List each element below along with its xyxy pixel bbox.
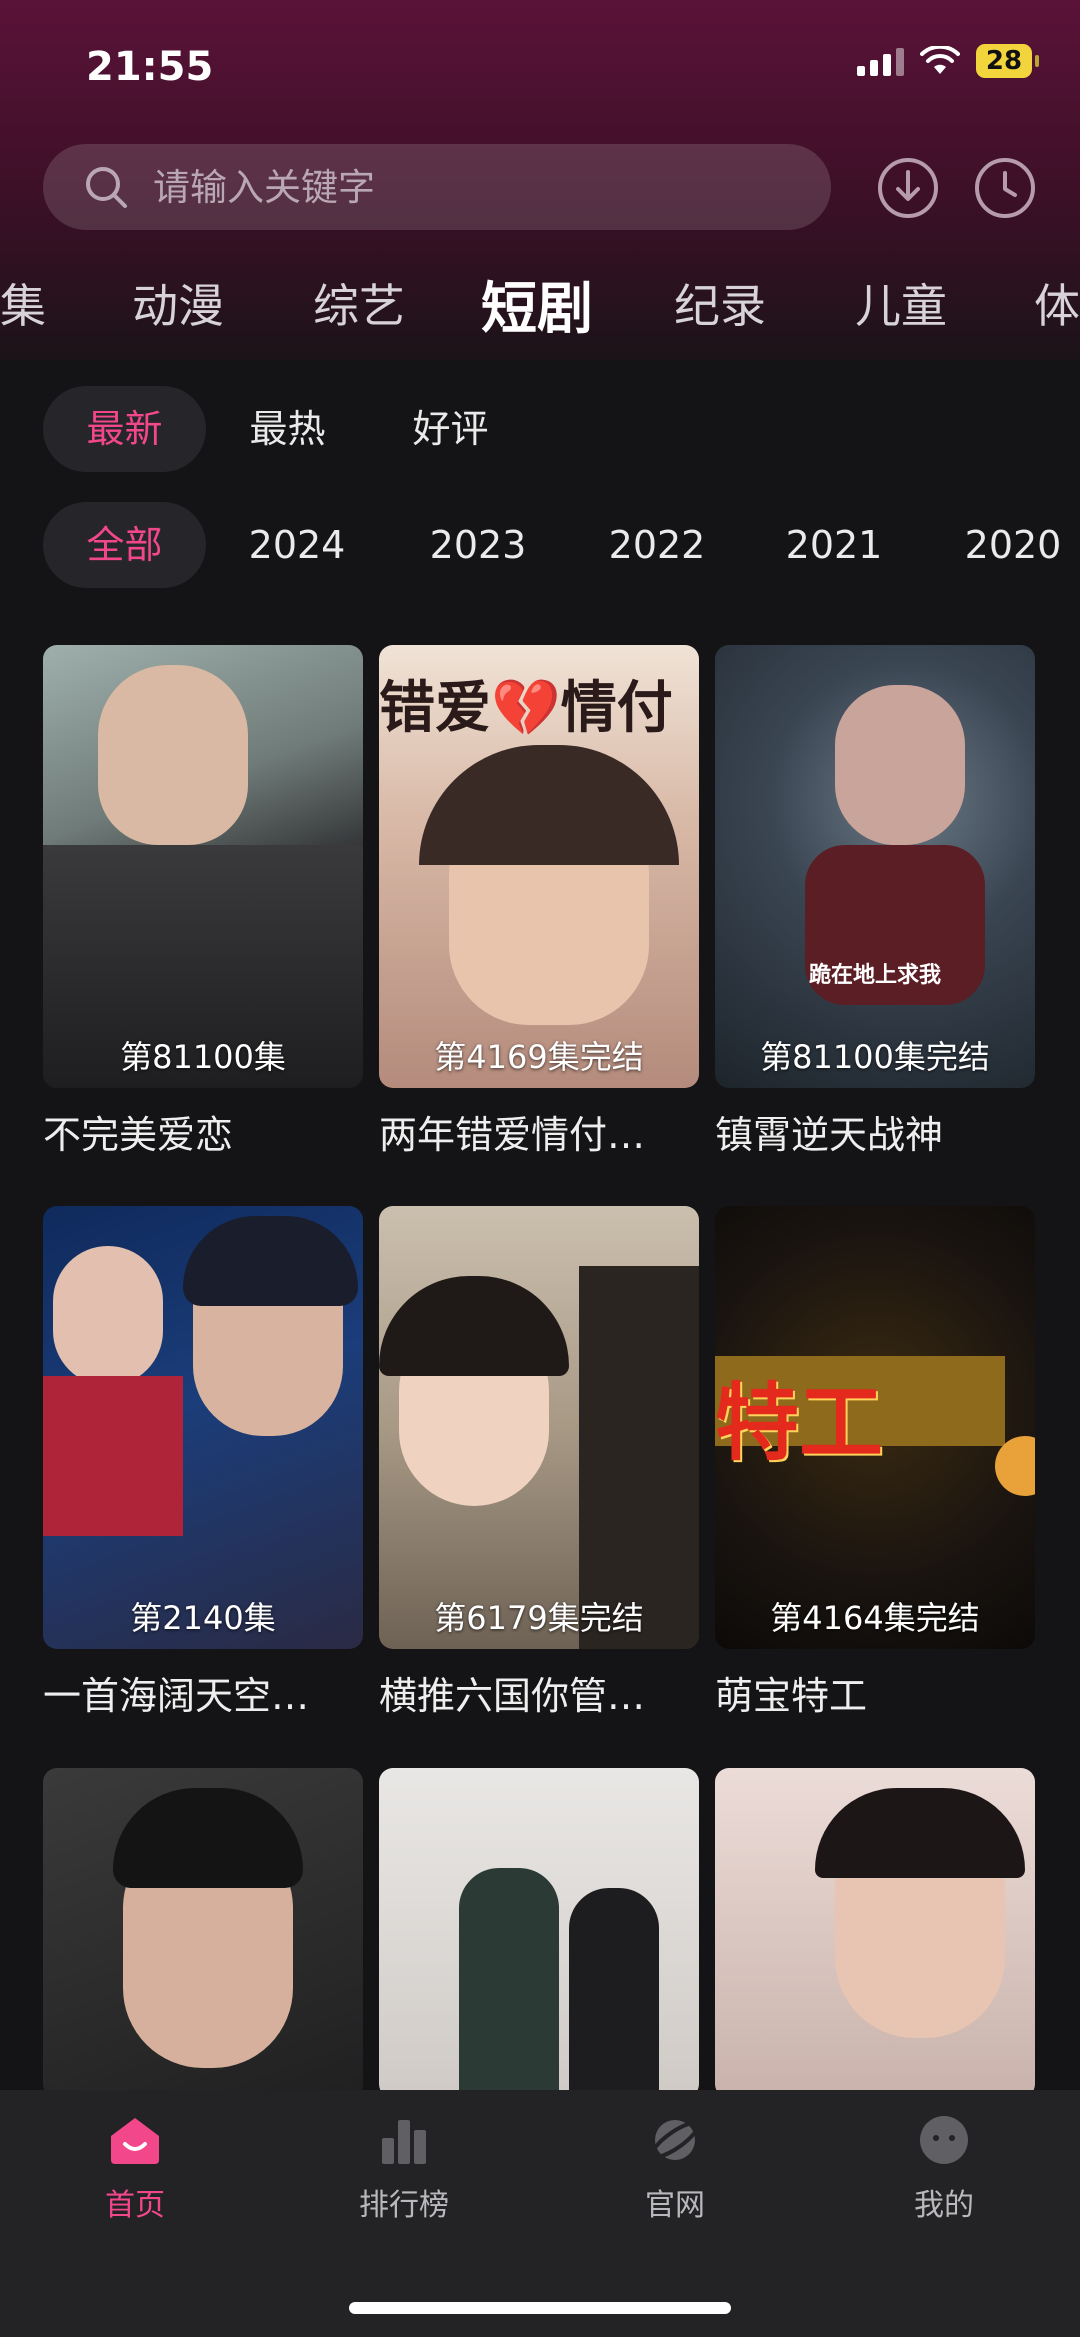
poster-figure-female <box>569 1888 659 2098</box>
poster-subtitle: 跪在地上求我 <box>808 963 941 988</box>
search-bar[interactable] <box>43 144 831 230</box>
poster-figure <box>835 685 965 845</box>
year-2020[interactable]: 2020 <box>933 502 1080 588</box>
home-indicator <box>349 2302 731 2314</box>
home-icon <box>111 2118 159 2164</box>
poster-figure-male <box>459 1868 559 2098</box>
episode-count: 第4169集完结 <box>434 1038 644 1076</box>
tab-category-1[interactable]: 动漫 <box>132 270 224 336</box>
poster-figure-2 <box>579 1266 699 1649</box>
download-icon[interactable] <box>876 156 940 220</box>
episode-count: 第81100集 <box>120 1038 286 1076</box>
poster-figure-hair <box>815 1788 1025 1878</box>
drama-title: 一首海阔天空… <box>43 1674 310 1718</box>
drama-poster <box>379 1768 699 2098</box>
tab-label: 我的 <box>914 2188 974 2223</box>
drama-poster: 跪在地上求我 第81100集完结 <box>715 645 1035 1088</box>
poster-figure <box>98 665 248 845</box>
tab-category-0[interactable]: 集 <box>0 270 46 336</box>
status-icons: 28 <box>857 44 1039 78</box>
bottom-tab-bar: 首页 排行榜 官网 我的 <box>0 2090 1080 2337</box>
tab-category-3-active[interactable]: 短剧 <box>481 264 593 345</box>
drama-poster <box>43 1768 363 2098</box>
poster-figure-hair <box>379 1276 569 1376</box>
status-time: 21:55 <box>86 44 214 90</box>
poster-hair <box>419 745 679 865</box>
episode-count: 第2140集 <box>130 1599 276 1637</box>
tab-profile[interactable]: 我的 <box>844 2114 1044 2224</box>
poster-title-art: 错爱💔情付 <box>379 676 673 741</box>
search-input[interactable] <box>151 164 755 210</box>
episode-count: 第4164集完结 <box>770 1599 980 1637</box>
drama-title: 不完美爱恋 <box>43 1113 234 1157</box>
category-tabs: 集 动漫 综艺 短剧 纪录 儿童 体 <box>0 270 1080 350</box>
tab-home[interactable]: 首页 <box>35 2114 235 2224</box>
battery-indicator: 28 <box>976 44 1039 78</box>
search-icon <box>86 167 127 208</box>
drama-poster: 特工 第4164集完结 <box>715 1206 1035 1649</box>
drama-card[interactable] <box>715 1768 1035 2098</box>
drama-card[interactable]: 特工 第4164集完结 萌宝特工 <box>715 1206 1035 1720</box>
planet-icon <box>650 2120 700 2160</box>
drama-card[interactable]: 第2140集 一首海阔天空… <box>43 1206 363 1720</box>
drama-card[interactable]: 第6179集完结 横推六国你管… <box>379 1206 699 1720</box>
drama-poster: 第6179集完结 <box>379 1206 699 1649</box>
drama-card[interactable] <box>43 1768 363 2098</box>
tab-ranking[interactable]: 排行榜 <box>304 2114 504 2224</box>
drama-card[interactable]: 跪在地上求我 第81100集完结 镇霄逆天战神 <box>715 645 1035 1159</box>
poster-figure-male-hair <box>183 1216 358 1306</box>
episode-count: 第81100集完结 <box>760 1038 990 1076</box>
drama-poster: 第81100集 <box>43 645 363 1088</box>
tab-label: 首页 <box>105 2188 165 2223</box>
tab-website[interactable]: 官网 <box>575 2114 775 2224</box>
history-clock-icon[interactable] <box>973 156 1037 220</box>
drama-card[interactable]: 第81100集 不完美爱恋 <box>43 645 363 1159</box>
drama-poster: 错爱💔情付 第4169集完结 <box>379 645 699 1088</box>
year-2023[interactable]: 2023 <box>398 502 558 588</box>
poster-figure-hair <box>113 1788 303 1888</box>
tab-category-6[interactable]: 体 <box>1034 270 1080 336</box>
tab-category-4[interactable]: 纪录 <box>674 270 766 336</box>
drama-card[interactable]: 错爱💔情付 第4169集完结 两年错爱情付… <box>379 645 699 1159</box>
chart-icon <box>382 2120 426 2164</box>
tab-label: 官网 <box>645 2188 705 2223</box>
drama-title: 镇霄逆天战神 <box>715 1113 944 1157</box>
drama-poster <box>715 1768 1035 2098</box>
year-2024[interactable]: 2024 <box>217 502 377 588</box>
drama-title: 横推六国你管… <box>379 1674 646 1718</box>
tab-category-2[interactable]: 综艺 <box>313 270 405 336</box>
poster-figure-female-dress <box>43 1376 183 1536</box>
cellular-signal-icon <box>857 46 904 76</box>
drama-title: 两年错爱情付… <box>379 1113 646 1157</box>
drama-poster: 第2140集 <box>43 1206 363 1649</box>
wifi-icon <box>920 46 960 74</box>
poster-figure-female <box>53 1246 163 1386</box>
sort-top-rated[interactable]: 好评 <box>369 386 532 472</box>
year-2021[interactable]: 2021 <box>754 502 914 588</box>
sort-hottest[interactable]: 最热 <box>206 386 369 472</box>
year-2022[interactable]: 2022 <box>577 502 737 588</box>
tab-category-5[interactable]: 儿童 <box>855 270 947 336</box>
drama-title: 萌宝特工 <box>715 1674 868 1718</box>
sort-newest[interactable]: 最新 <box>43 386 206 472</box>
poster-title-art: 特工 <box>715 1374 884 1472</box>
profile-icon <box>920 2116 968 2164</box>
year-all[interactable]: 全部 <box>43 502 206 588</box>
tab-label: 排行榜 <box>359 2188 449 2223</box>
episode-count: 第6179集完结 <box>434 1599 644 1637</box>
drama-card[interactable] <box>379 1768 699 2098</box>
